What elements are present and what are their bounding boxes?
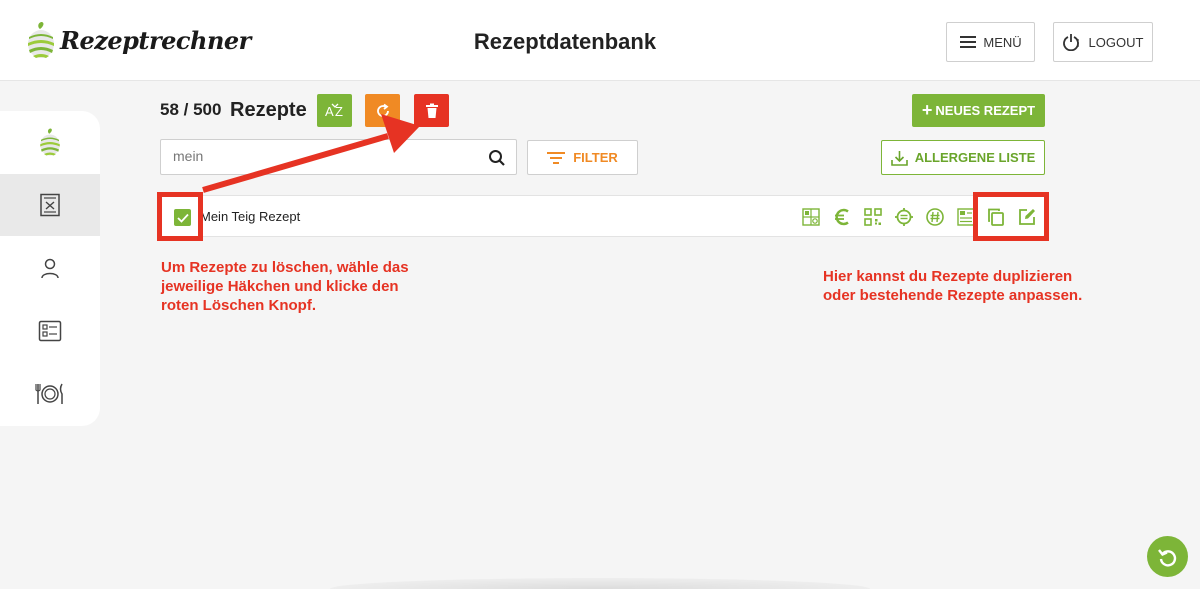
undo-icon	[1157, 548, 1176, 567]
delete-hint-line: roten Löschen Knopf.	[161, 297, 316, 314]
duplicate-hint-line: Hier kannst du Rezepte duplizieren	[823, 268, 1073, 285]
reset-fab-button[interactable]	[1147, 536, 1188, 577]
duplicate-hint-line: oder bestehende Rezepte anpassen.	[823, 287, 1083, 304]
delete-hint-line: Um Rezepte zu löschen, wähle das	[161, 259, 409, 276]
delete-hint-line: jeweilige Häkchen und klicke den	[161, 278, 399, 295]
duplicate-hint: Hier kannst du Rezepte duplizieren oder …	[823, 267, 1082, 305]
delete-hint: Um Rezepte zu löschen, wähle das jeweili…	[161, 258, 409, 315]
